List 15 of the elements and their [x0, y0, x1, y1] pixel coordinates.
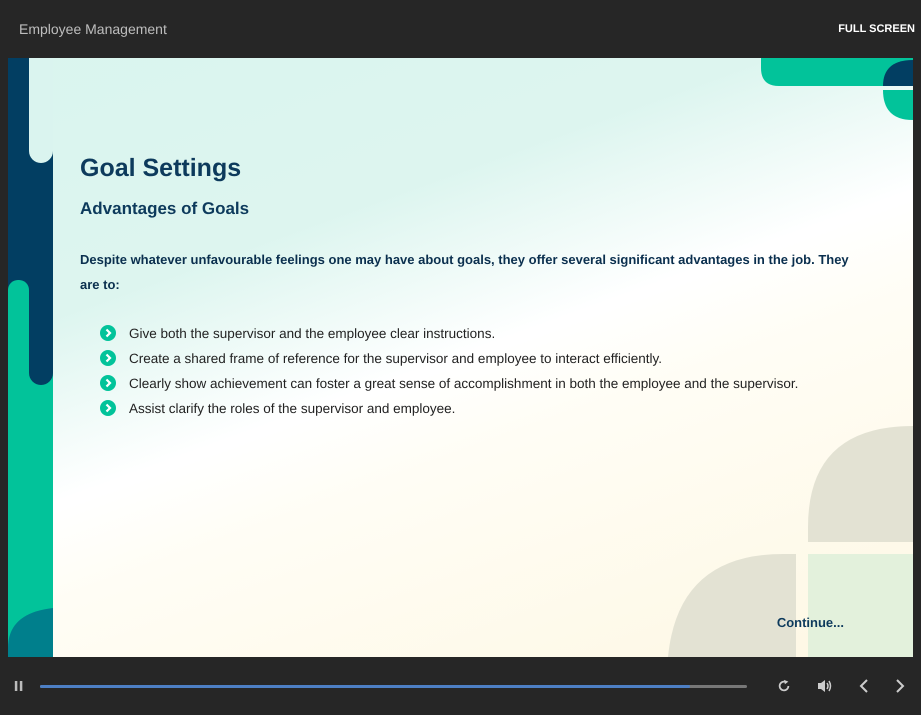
intro-paragraph: Despite whatever unfavourable feelings one may have about goals, they offer several significant advantages in the job. They are to: [80, 251, 850, 294]
course-title: Employee Management [19, 21, 167, 37]
slide-subtitle: Advantages of Goals [80, 199, 250, 219]
chevron-bullet-icon [100, 350, 116, 366]
full-screen-button[interactable]: FULL SCREEN [838, 23, 915, 35]
bullet-text: Assist clarify the roles of the supervisor and employee. [129, 400, 456, 418]
chevron-bullet-icon [100, 375, 116, 391]
bullet-text: Clearly show achievement can foster a great sense of accomplishment in both the employee and the supervisor. [129, 375, 798, 393]
continue-link[interactable]: Continue... [776, 615, 844, 630]
slide-title: Goal Settings [80, 154, 242, 183]
chevron-bullet-icon [100, 400, 116, 416]
chevron-bullet-icon [100, 325, 116, 341]
bullet-text: Give both the supervisor and the employee clear instructions. [129, 325, 496, 343]
pause-icon [14, 679, 24, 693]
bullet-text: Create a shared frame of reference for the supervisor and employee to interact efficiently. [129, 350, 662, 368]
